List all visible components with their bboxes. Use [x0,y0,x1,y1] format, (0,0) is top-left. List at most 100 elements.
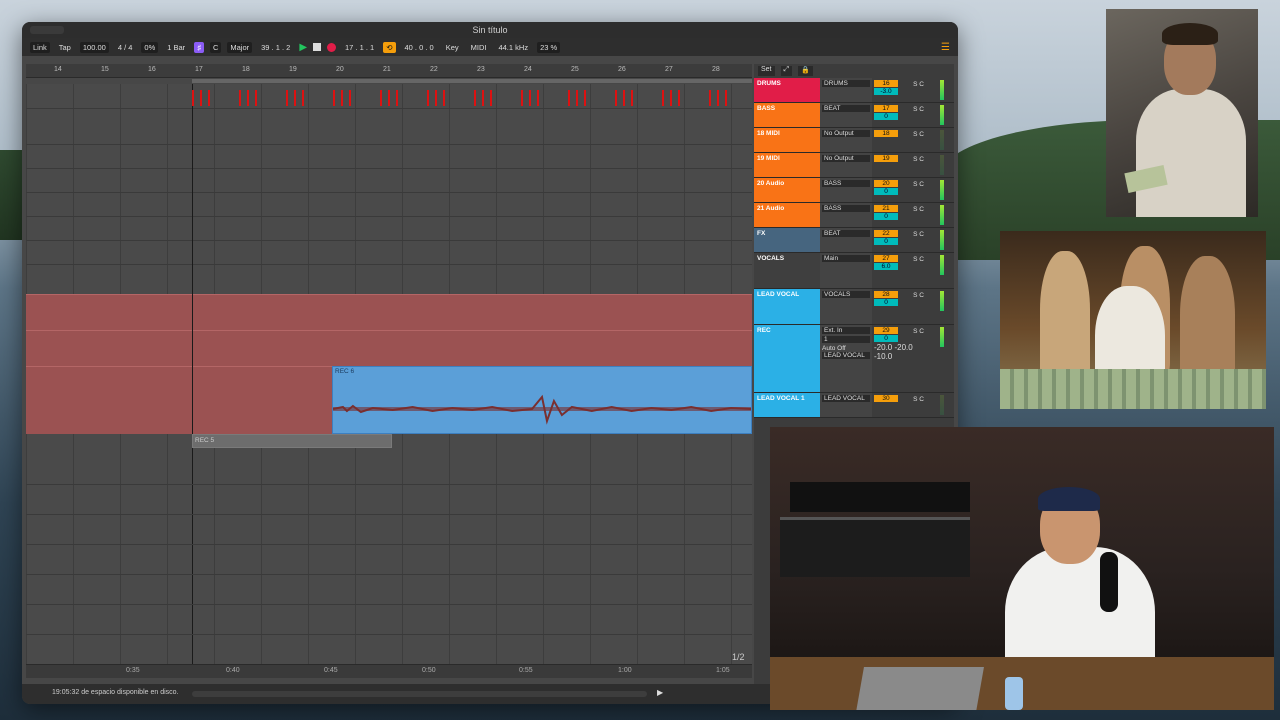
track-io[interactable]: LEAD VOCAL [820,393,872,417]
output-routing-select[interactable]: DRUMS [822,80,870,87]
input-channel-select[interactable]: 1 [822,336,870,343]
loop-start-field[interactable]: 17 . 1 . 1 [342,42,377,53]
track-name[interactable]: 18 MIDI [754,128,820,152]
monitor-toggle[interactable]: Auto Off [822,345,870,352]
beat-ruler[interactable]: 14 15 16 17 18 19 20 21 22 23 24 25 26 2… [26,64,752,78]
quantize-select[interactable]: 1 Bar [164,42,188,53]
track-header[interactable]: REC Ext. In 1 Auto Off LEAD VOCAL 29 0 -20.0 -2… [754,325,954,393]
rec-track-region[interactable] [26,366,332,434]
track-name[interactable]: 19 MIDI [754,153,820,177]
track-number-button[interactable]: 21 [874,205,898,212]
lock-icon[interactable]: 🔒 [798,66,813,76]
link-button[interactable]: Link [30,41,50,53]
output-routing-select[interactable]: BEAT [822,105,870,112]
output-routing-select[interactable]: VOCALS [822,291,870,298]
expand-icon[interactable]: ⤢ [780,66,793,76]
tempo-field[interactable]: 100.00 [79,41,109,53]
vocals-group-region[interactable] [26,294,752,330]
track-number-button[interactable]: 27 [874,255,898,262]
track-io[interactable]: Ext. In 1 Auto Off LEAD VOCAL [820,325,872,392]
track-header[interactable]: 21 Audio BASS 21 0 S C [754,203,954,228]
solo-button[interactable]: S C [913,231,924,238]
output-routing-select[interactable]: BEAT [822,230,870,237]
solo-button[interactable]: S C [913,131,924,138]
loop-brace[interactable] [192,79,752,83]
loop-length-field[interactable]: 40 . 0 . 0 [402,42,437,53]
track-number-button[interactable]: 20 [874,180,898,187]
volume-field[interactable]: 0 [874,113,898,120]
scale-toggle[interactable]: ♯ [194,41,204,53]
track-number-button[interactable]: 19 [874,155,898,162]
track-header[interactable]: LEAD VOCAL 1 LEAD VOCAL 30 S C [754,393,954,418]
output-routing-select[interactable]: BASS [822,180,870,187]
solo-button[interactable]: S C [913,292,924,299]
record-button[interactable] [327,42,337,52]
track-name[interactable]: 21 Audio [754,203,820,227]
arrangement-view[interactable]: REC 6 REC 5 [26,84,752,664]
loop-toggle[interactable]: ⟲ [383,41,396,53]
volume-field[interactable]: 0 [874,238,898,245]
send-destination-select[interactable]: LEAD VOCAL [822,352,870,359]
track-number-button[interactable]: 22 [874,230,898,237]
solo-button[interactable]: S C [913,156,924,163]
play-button[interactable]: ▶ [299,42,307,53]
time-signature-field[interactable]: 4 / 4 [115,42,136,53]
lead-vocal-region[interactable] [26,330,752,366]
track-number-button[interactable]: 17 [874,105,898,112]
volume-field[interactable]: 0 [874,299,898,306]
volume-field[interactable]: 0 [874,188,898,195]
track-header[interactable]: 20 Audio BASS 20 0 S C [754,178,954,203]
output-routing-select[interactable]: No Output [822,155,870,162]
track-name[interactable]: DRUMS [754,78,820,102]
time-ruler[interactable]: 0:35 0:40 0:45 0:50 0:55 1:00 1:05 [26,664,752,678]
track-number-button[interactable]: 28 [874,291,898,298]
key-select[interactable]: C [209,41,222,53]
track-name[interactable]: BASS [754,103,820,127]
scale-select[interactable]: Major [227,41,253,53]
preview-play-icon[interactable]: ▶ [657,688,663,697]
track-header[interactable]: DRUMS DRUMS 16 -3.0 S C [754,78,954,103]
rec-audio-clip[interactable]: REC 6 [332,366,752,434]
key-map-button[interactable]: Key [443,42,462,53]
window-controls[interactable] [30,26,64,34]
volume-field[interactable]: -3.0 [874,88,898,95]
track-number-button[interactable]: 18 [874,130,898,137]
track-header[interactable]: FX BEAT 22 0 S C [754,228,954,253]
output-routing-select[interactable]: LEAD VOCAL [822,395,870,402]
menu-icon[interactable]: ☰ [941,42,950,53]
track-number-button[interactable]: 16 [874,80,898,87]
track-name[interactable]: REC [754,325,820,392]
drum-clip-hits[interactable] [192,90,752,108]
track-number-button[interactable]: 30 [874,395,898,402]
volume-field[interactable]: 0 [874,213,898,220]
solo-button[interactable]: S C [913,256,924,263]
set-button[interactable]: Set [758,66,775,76]
track-io[interactable]: DRUMS [820,78,872,102]
track-name[interactable]: VOCALS [754,253,820,288]
track-number-button[interactable]: 29 [874,327,898,334]
track-header[interactable]: 19 MIDI No Output 19 S C [754,153,954,178]
track-io[interactable]: Main [820,253,872,288]
midi-map-button[interactable]: MIDI [468,42,490,53]
horizontal-scrollbar[interactable] [192,691,647,697]
track-header[interactable]: BASS BEAT 17 0 S C [754,103,954,128]
solo-button[interactable]: S C [913,181,924,188]
track-header[interactable]: VOCALS Main 27 6.0 S C [754,253,954,289]
track-header[interactable]: 18 MIDI No Output 18 S C [754,128,954,153]
track-io[interactable]: BEAT [820,228,872,252]
track-name[interactable]: FX [754,228,820,252]
output-routing-select[interactable]: No Output [822,130,870,137]
tap-button[interactable]: Tap [56,42,74,53]
rec5-clip[interactable]: REC 5 [192,434,392,448]
solo-button[interactable]: S C [913,106,924,113]
track-io[interactable]: BASS [820,203,872,227]
volume-field[interactable]: 6.0 [874,263,898,270]
track-name[interactable]: 20 Audio [754,178,820,202]
track-io[interactable]: BEAT [820,103,872,127]
track-header[interactable]: LEAD VOCAL VOCALS 28 0 S C [754,289,954,325]
stop-button[interactable] [313,43,322,51]
track-io[interactable]: No Output [820,128,872,152]
solo-button[interactable]: S C [913,206,924,213]
volume-field[interactable]: 0 [874,335,898,342]
swing-field[interactable]: 0% [141,41,159,53]
